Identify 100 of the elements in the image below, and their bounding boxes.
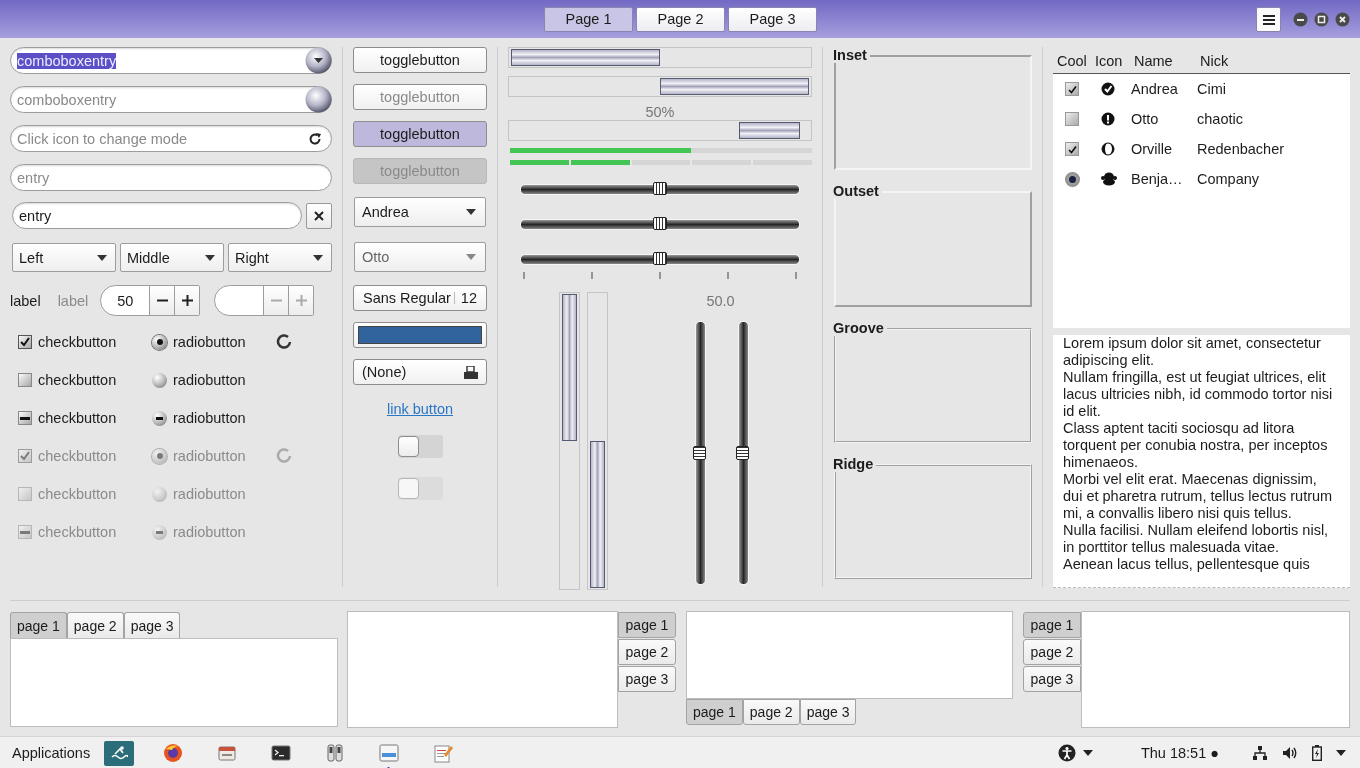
maximize-icon[interactable] <box>1314 11 1329 27</box>
slider-thumb[interactable] <box>653 252 667 265</box>
clear-button[interactable] <box>306 202 332 229</box>
spin-button[interactable]: 50 <box>100 285 201 316</box>
battery-icon[interactable] <box>1312 745 1322 761</box>
slider-track[interactable] <box>520 184 800 195</box>
half-moon-icon <box>1101 142 1115 156</box>
paragraph: Aenean lacus tellus, pellentesque quis <box>1063 556 1311 573</box>
minimize-icon[interactable] <box>1293 11 1308 27</box>
terminal-icon <box>271 745 292 761</box>
animal-icon <box>1101 172 1117 186</box>
frame-label: Outset <box>833 183 882 200</box>
text-entry[interactable]: entry <box>12 202 302 229</box>
paragraph: Morbi vel elit erat. Maecenas dignissim, dui et pharetra rutrum, tellus lectus rutrum mi, a convallis libero nisi quis tellus. <box>1063 471 1334 522</box>
network-icon[interactable] <box>1252 745 1268 761</box>
slider-thumb[interactable] <box>653 217 667 230</box>
font-button[interactable]: Sans Regular 12 <box>353 285 487 311</box>
cool-checkbox[interactable] <box>1065 82 1079 96</box>
volume-icon[interactable] <box>1282 746 1298 760</box>
cool-checkbox[interactable] <box>1065 142 1079 156</box>
column-header[interactable]: Cool <box>1053 53 1091 69</box>
cool-radio[interactable] <box>1065 171 1080 187</box>
paragraph: Nulla facilisi. Nullam eleifend lobortis nisl, in porttitor tellus malesuada vitae. <box>1063 522 1330 556</box>
caret-icon[interactable] <box>1336 750 1346 756</box>
notebook-tab[interactable]: page 3 <box>123 612 181 638</box>
paragraph: Lorem ipsum dolor sit amet, consectetur adipiscing elit. <box>1063 335 1322 369</box>
page-tab[interactable]: Page 3 <box>728 6 817 32</box>
nick-cell: chaotic <box>1197 111 1243 127</box>
slider-track[interactable] <box>695 321 706 585</box>
slider-track[interactable] <box>520 219 800 230</box>
notebook-tab[interactable]: page 2 <box>1023 639 1081 665</box>
applications-menu[interactable]: Applications <box>12 745 91 761</box>
notebook-tab[interactable]: page 1 <box>1023 612 1081 638</box>
check-button[interactable]: checkbutton <box>18 372 152 388</box>
notebook-tab[interactable]: page 3 <box>799 699 857 725</box>
radio-button[interactable]: radiobutton <box>152 334 276 350</box>
paragraph: Class aptent taciti sociosqu ad litora torquent per conubia nostra, per inceptos himenaeos. <box>1063 420 1329 471</box>
dropdown-icon[interactable] <box>305 47 332 74</box>
cool-checkbox[interactable] <box>1065 112 1079 126</box>
toggle-button[interactable]: togglebutton <box>353 47 487 73</box>
menu-button[interactable] <box>1256 6 1281 32</box>
combo-box[interactable]: Left <box>12 243 116 272</box>
entry-text: comboboxentry <box>17 91 118 108</box>
slider-track[interactable] <box>520 254 800 265</box>
mode-entry[interactable]: Click icon to change mode <box>10 125 332 152</box>
notebook-tab[interactable]: page 2 <box>742 699 800 725</box>
notebook-tab[interactable]: page 1 <box>10 612 67 638</box>
slider-thumb[interactable] <box>653 182 667 195</box>
checkmark-icon <box>20 451 30 461</box>
file-button[interactable]: (None) <box>353 359 487 385</box>
notebook-tab[interactable]: page 2 <box>618 639 676 665</box>
column-header[interactable]: Nick <box>1196 53 1229 69</box>
combo-box[interactable]: Right <box>228 243 332 272</box>
accessibility-icon[interactable] <box>1057 744 1076 762</box>
combo-entry[interactable]: comboboxentry <box>10 47 332 74</box>
notebook-tab[interactable]: page 1 <box>686 699 743 725</box>
link-button[interactable]: link button <box>386 401 454 417</box>
scale-value: 50.0 <box>706 293 735 309</box>
radio-button[interactable]: radiobutton <box>152 410 276 426</box>
plus-icon[interactable] <box>181 295 193 306</box>
notebook-tab[interactable]: page 2 <box>66 612 124 638</box>
launcher-button[interactable] <box>104 740 135 766</box>
switch[interactable] <box>397 435 443 458</box>
toggle-button[interactable]: togglebutton <box>353 121 487 147</box>
notebook-tab[interactable]: page 1 <box>618 612 676 638</box>
column-header[interactable]: Icon <box>1091 53 1130 69</box>
notebook-tab[interactable]: page 3 <box>1023 666 1081 692</box>
slider-track[interactable] <box>738 321 749 585</box>
name-cell-text: Otto <box>1130 111 1160 127</box>
check-button[interactable]: checkbutton <box>18 410 152 426</box>
font-size: 12 <box>460 290 477 306</box>
paragraph: Nullam fringilla, est ut feugiat ultrices, elit lacus ultricies nibh, id commodo tortor nisi id elit. <box>1063 369 1334 420</box>
text-view[interactable] <box>1053 335 1350 588</box>
column-header[interactable]: Name <box>1130 53 1196 69</box>
slider-thumb[interactable] <box>693 446 706 460</box>
slider-thumb[interactable] <box>736 446 749 460</box>
page-tab[interactable]: Page 2 <box>636 6 725 32</box>
close-icon <box>314 210 324 221</box>
spin-value: 50 <box>116 291 135 311</box>
frame-label: Inset <box>833 47 870 63</box>
caret-icon[interactable] <box>1082 750 1093 756</box>
combo-box[interactable]: Andrea <box>354 197 486 227</box>
refresh-icon[interactable] <box>308 131 322 146</box>
check-button[interactable]: checkbutton <box>18 334 152 350</box>
checkmark-icon <box>1067 144 1077 154</box>
label: label <box>57 292 89 309</box>
color-button[interactable] <box>353 322 487 348</box>
menu-icon <box>1262 13 1275 25</box>
combo-box[interactable]: Middle <box>120 243 224 272</box>
document-icon <box>464 365 478 379</box>
entry-placeholder: Click icon to change mode <box>17 130 189 147</box>
text-entry[interactable]: entry <box>10 164 332 191</box>
entry-text: comboboxentry <box>17 52 117 69</box>
check-circle-icon <box>1101 82 1115 96</box>
name-cell-text: Andrea <box>1130 81 1179 97</box>
close-icon[interactable] <box>1335 11 1350 27</box>
radio-button[interactable]: radiobutton <box>152 372 276 388</box>
notebook-tab[interactable]: page 3 <box>618 666 676 692</box>
page-tab[interactable]: Page 1 <box>544 6 633 32</box>
clock[interactable]: Thu 18:51 ● <box>1140 745 1219 761</box>
